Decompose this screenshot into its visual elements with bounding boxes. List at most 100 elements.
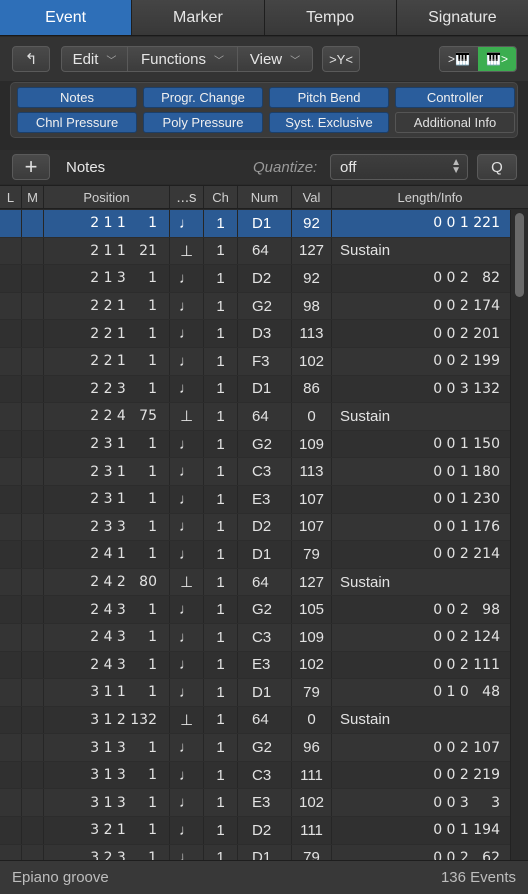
table-row[interactable]: 3 1 3 1 ♩ 1 E3 102 0 0 3 3 — [0, 789, 510, 818]
cell-length-info[interactable]: 0 0 2 62 — [332, 845, 510, 860]
edit-menu[interactable]: Edit ﹀ — [62, 47, 128, 71]
cell-num[interactable]: D3 — [238, 320, 292, 347]
cell-num[interactable]: 64 — [238, 237, 292, 265]
filter-notes[interactable]: Notes — [17, 87, 137, 108]
cell-mute[interactable] — [22, 817, 44, 844]
cell-length-info[interactable]: 0 0 2 124 — [332, 624, 510, 651]
table-row[interactable]: 3 1 3 1 ♩ 1 G2 96 0 0 2 107 — [0, 734, 510, 762]
tab-tempo[interactable]: Tempo — [264, 0, 397, 35]
cell-position[interactable]: 3 1 3 1 — [44, 789, 170, 817]
cell-channel[interactable]: 1 — [204, 623, 238, 651]
cell-position[interactable]: 2 2 3 1 — [44, 375, 170, 403]
cell-length-info[interactable]: 0 0 1 230 — [332, 486, 510, 513]
cell-length-info[interactable]: 0 0 2 107 — [332, 734, 510, 761]
back-button[interactable]: ↰ — [12, 46, 50, 72]
cell-position[interactable]: 2 3 3 1 — [44, 513, 170, 541]
table-row[interactable]: 2 4 3 1 ♩ 1 E3 102 0 0 2 111 — [0, 651, 510, 680]
cell-channel[interactable]: 1 — [204, 761, 238, 789]
cell-val[interactable]: 79 — [292, 844, 332, 860]
cell-val[interactable]: 127 — [292, 237, 332, 265]
vertical-scrollbar[interactable] — [510, 210, 528, 860]
cell-length-info[interactable]: 0 0 2 214 — [332, 541, 510, 568]
cell-mute[interactable] — [22, 734, 44, 761]
cell-val[interactable]: 98 — [292, 292, 332, 320]
cell-mute[interactable] — [22, 265, 44, 292]
cell-position[interactable]: 2 4 3 1 — [44, 596, 170, 623]
table-row[interactable]: 3 1 1 1 ♩ 1 D1 79 0 1 0 48 — [0, 679, 510, 707]
column-header-val[interactable]: Val — [292, 186, 332, 208]
cell-lock[interactable] — [0, 789, 22, 817]
cell-num[interactable]: D1 — [238, 844, 292, 860]
midi-in-filter-button[interactable]: >Y< — [322, 46, 360, 72]
cell-mute[interactable] — [22, 679, 44, 706]
cell-val[interactable]: 107 — [292, 513, 332, 541]
cell-lock[interactable] — [0, 458, 22, 485]
table-row[interactable]: 3 1 3 1 ♩ 1 C3 111 0 0 2 219 — [0, 761, 510, 790]
cell-position[interactable]: 2 1 1 1 — [44, 210, 170, 237]
tab-marker[interactable]: Marker — [132, 0, 265, 35]
cell-num[interactable]: G2 — [238, 292, 292, 320]
cell-position[interactable]: 2 1 3 1 — [44, 265, 170, 292]
cell-num[interactable]: 64 — [238, 403, 292, 430]
column-header-length-info[interactable]: Length/Info — [332, 186, 528, 208]
cell-length-info[interactable]: 0 0 1 194 — [332, 817, 510, 844]
cell-channel[interactable]: 1 — [204, 817, 238, 844]
table-row[interactable]: 2 4 1 1 ♩ 1 D1 79 0 0 2 214 — [0, 541, 510, 569]
cell-mute[interactable] — [22, 761, 44, 789]
cell-channel[interactable]: 1 — [204, 430, 238, 458]
cell-val[interactable]: 111 — [292, 761, 332, 789]
cell-val[interactable]: 92 — [292, 210, 332, 237]
filter-pitch-bend[interactable]: Pitch Bend — [269, 87, 389, 108]
cell-num[interactable]: 64 — [238, 568, 292, 596]
cell-lock[interactable] — [0, 651, 22, 679]
cell-length-info[interactable]: 0 0 2 174 — [332, 293, 510, 320]
cell-position[interactable]: 2 1 1 21 — [44, 237, 170, 265]
cell-val[interactable]: 127 — [292, 568, 332, 596]
filter-program-change[interactable]: Progr. Change — [143, 87, 263, 108]
cell-mute[interactable] — [22, 347, 44, 375]
cell-val[interactable]: 109 — [292, 430, 332, 458]
cell-length-info[interactable]: 0 0 1 150 — [332, 431, 510, 458]
scroll-thumb[interactable] — [515, 213, 524, 297]
cell-val[interactable]: 109 — [292, 623, 332, 651]
cell-num[interactable]: E3 — [238, 651, 292, 679]
cell-position[interactable]: 2 2 1 1 — [44, 292, 170, 320]
cell-channel[interactable]: 1 — [204, 320, 238, 347]
cell-num[interactable]: G2 — [238, 430, 292, 458]
cell-position[interactable]: 2 2 1 1 — [44, 320, 170, 347]
add-event-button[interactable]: + — [12, 154, 50, 180]
cell-channel[interactable]: 1 — [204, 403, 238, 430]
cell-mute[interactable] — [22, 541, 44, 568]
quantize-select[interactable]: off ▲ ▼ — [330, 154, 468, 180]
cell-lock[interactable] — [0, 817, 22, 844]
cell-mute[interactable] — [22, 237, 44, 265]
table-row[interactable]: 2 1 1 21 ⊥ 1 64 127 Sustain — [0, 237, 510, 266]
cell-length-info[interactable]: 0 1 0 48 — [332, 679, 510, 706]
cell-channel[interactable]: 1 — [204, 734, 238, 761]
cell-channel[interactable]: 1 — [204, 458, 238, 485]
cell-position[interactable]: 2 3 1 1 — [44, 458, 170, 485]
cell-length-info[interactable]: 0 0 2 219 — [332, 762, 510, 789]
cell-position[interactable]: 3 1 3 1 — [44, 734, 170, 761]
table-row[interactable]: 2 1 3 1 ♩ 1 D2 92 0 0 2 82 — [0, 265, 510, 293]
column-header-position[interactable]: Position — [44, 186, 170, 208]
cell-mute[interactable] — [22, 430, 44, 458]
cell-channel[interactable]: 1 — [204, 210, 238, 237]
cell-channel[interactable]: 1 — [204, 789, 238, 817]
column-header-m[interactable]: M — [22, 186, 44, 208]
table-row[interactable]: 2 1 1 1 ♩ 1 D1 92 0 0 1 221 — [0, 210, 510, 238]
cell-mute[interactable] — [22, 485, 44, 513]
cell-val[interactable]: 92 — [292, 265, 332, 292]
cell-val[interactable]: 111 — [292, 817, 332, 844]
cell-val[interactable]: 0 — [292, 706, 332, 734]
cell-mute[interactable] — [22, 403, 44, 430]
cell-val[interactable]: 86 — [292, 375, 332, 403]
cell-num[interactable]: C3 — [238, 761, 292, 789]
cell-channel[interactable]: 1 — [204, 347, 238, 375]
cell-num[interactable]: G2 — [238, 596, 292, 623]
cell-num[interactable]: G2 — [238, 734, 292, 761]
cell-num[interactable]: E3 — [238, 789, 292, 817]
cell-lock[interactable] — [0, 237, 22, 265]
cell-val[interactable]: 102 — [292, 347, 332, 375]
cell-lock[interactable] — [0, 265, 22, 292]
